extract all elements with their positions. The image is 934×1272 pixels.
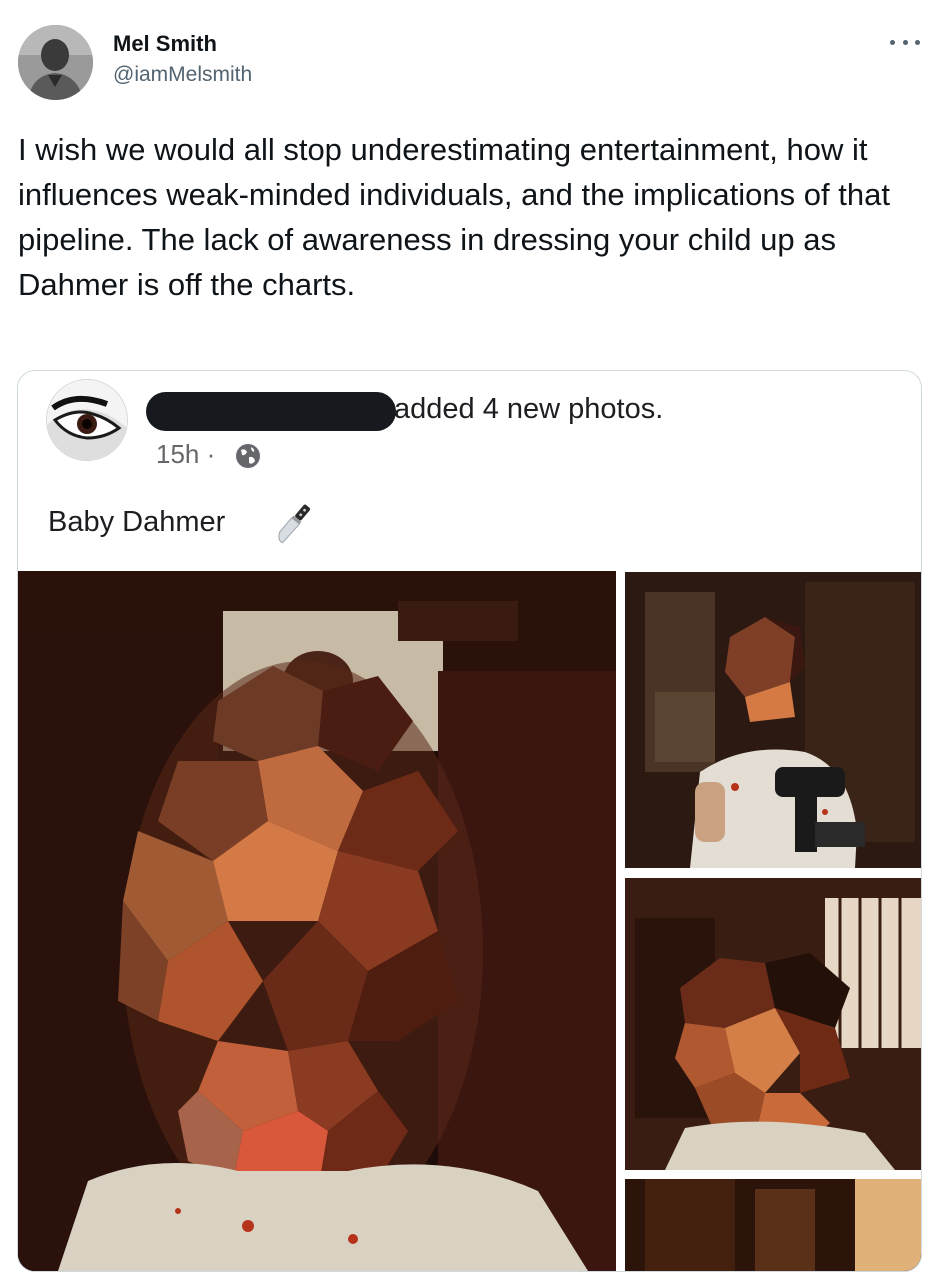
post-photo-3[interactable] <box>625 878 921 1170</box>
author-display-name[interactable]: Mel Smith <box>113 31 217 57</box>
author-handle[interactable]: @iamMelsmith <box>113 63 252 87</box>
post-timestamp: 15h · <box>156 439 216 469</box>
globe-icon <box>236 444 260 468</box>
tweet: Mel Smith @iamMelsmith I wish we would a… <box>0 0 934 1272</box>
post-action-text: added 4 new photos. <box>394 393 664 425</box>
post-photo-1[interactable] <box>18 571 616 1271</box>
redacted-name <box>146 392 396 431</box>
more-horizontal-icon[interactable] <box>890 32 920 52</box>
author-avatar[interactable] <box>18 25 93 100</box>
post-photo-4[interactable] <box>625 1179 921 1271</box>
kitchen-knife-icon <box>278 504 311 544</box>
poster-avatar <box>46 379 128 461</box>
post-caption: Baby Dahmer <box>48 506 226 538</box>
post-photo-2[interactable] <box>625 572 921 868</box>
embedded-facebook-post[interactable]: added 4 new photos. 15h · Baby Dahmer <box>17 370 922 1272</box>
tweet-text: I wish we would all stop underestimating… <box>18 132 890 302</box>
